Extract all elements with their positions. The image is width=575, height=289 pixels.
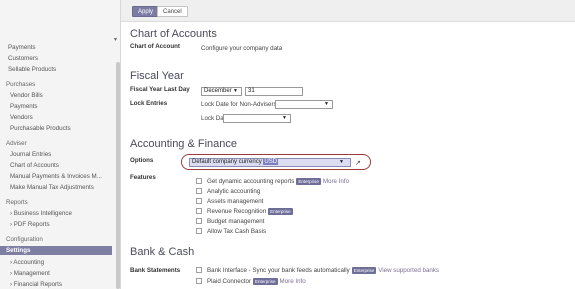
bank-option-text: Bank Interface - Sync your bank feeds au… <box>207 267 350 275</box>
bank-option-checkbox[interactable] <box>196 267 202 273</box>
fiscal-day-input[interactable]: 31 <box>245 87 303 96</box>
feature-checkbox[interactable] <box>196 198 202 204</box>
chevron-down-icon: ▼ <box>282 115 287 121</box>
chevron-down-icon: ▼ <box>324 101 329 107</box>
feature-budget-management: Budget management <box>207 218 265 225</box>
fiscal-month-value: December <box>204 88 232 94</box>
sidebar-item-payments-purchases[interactable]: Payments <box>10 103 38 110</box>
feature-analytic-accounting: Analytic accounting <box>207 188 261 195</box>
feature-revenue-recognition: Revenue Recognition Enterprise <box>207 208 295 215</box>
feature-checkbox[interactable] <box>196 228 202 234</box>
apply-button[interactable]: Apply <box>132 6 160 17</box>
chart-of-account-value[interactable]: Configure your company data <box>201 45 282 52</box>
sidebar-group-purchases: Purchases <box>6 81 36 88</box>
feature-tax-cash-basis: Allow Tax Cash Basis <box>207 228 267 235</box>
bank-option-text: Plaid Connector <box>207 278 252 286</box>
section-title-fiscal-year: Fiscal Year <box>130 70 184 82</box>
more-info-link[interactable]: More Info <box>323 178 349 185</box>
sidebar-group-adviser: Adviser <box>6 140 27 147</box>
feature-checkbox[interactable] <box>196 188 202 194</box>
chart-of-account-label: Chart of Account <box>130 43 180 50</box>
default-currency-select[interactable]: Default company currency USD ▼ <box>189 158 351 167</box>
options-label: Options <box>130 157 154 164</box>
plaid-connector-option: Plaid Connector Enterprise More Info <box>207 278 306 285</box>
fiscal-year-last-day-label: Fiscal Year Last Day <box>130 86 190 93</box>
sidebar: ▾ Payments Customers Sellable Products P… <box>0 0 121 289</box>
feature-text: Revenue Recognition <box>207 208 267 216</box>
sidebar-item-management[interactable]: › Management <box>10 270 50 277</box>
sidebar-item-business-intelligence[interactable]: › Business Intelligence <box>10 210 72 217</box>
sidebar-item-journal-entries[interactable]: Journal Entries <box>10 151 51 158</box>
features-label: Features <box>130 174 156 181</box>
chevron-down-icon: ▼ <box>339 159 344 165</box>
section-title-accounting-finance: Accounting & Finance <box>130 138 238 150</box>
sidebar-item-sellable-products[interactable]: Sellable Products <box>8 66 56 73</box>
sidebar-item-customers[interactable]: Customers <box>8 55 38 62</box>
action-bar: Apply Cancel <box>121 0 575 22</box>
enterprise-badge: Enterprise <box>253 278 278 285</box>
enterprise-badge: Enterprise <box>296 178 321 185</box>
more-info-link[interactable]: More Info <box>280 278 306 285</box>
sidebar-scroll-up-icon[interactable]: ▾ <box>114 36 117 43</box>
enterprise-badge: Enterprise <box>268 208 293 215</box>
lock-entries-label: Lock Entries <box>130 100 168 107</box>
bank-interface-option: Bank Interface - Sync your bank feeds au… <box>207 267 439 274</box>
sidebar-scrollbar[interactable] <box>116 62 120 289</box>
feature-checkbox[interactable] <box>196 208 202 214</box>
feature-text: Get dynamic accounting reports <box>207 178 295 186</box>
sidebar-item-manual-payments[interactable]: Manual Payments & Invoices M... <box>10 173 102 180</box>
sidebar-item-payments[interactable]: Payments <box>8 44 36 51</box>
sidebar-item-financial-reports[interactable]: › Financial Reports <box>10 281 62 288</box>
chevron-down-icon: ▼ <box>233 88 238 94</box>
fiscal-day-value: 31 <box>248 88 255 94</box>
currency-highlight-ring: Default company currency USD ▼ ↗ <box>181 154 371 170</box>
cancel-button[interactable]: Cancel <box>157 6 188 17</box>
feature-checkbox[interactable] <box>196 218 202 224</box>
settings-main: Apply Cancel Chart of Accounts Chart of … <box>121 0 575 289</box>
sidebar-group-reports: Reports <box>6 199 28 206</box>
sidebar-item-accounting[interactable]: › Accounting <box>10 259 44 266</box>
enterprise-badge: Enterprise <box>351 267 377 274</box>
lock-non-advisers-select[interactable]: ▼ <box>275 100 333 109</box>
sidebar-group-configuration: Configuration <box>6 236 43 243</box>
section-title-bank-cash: Bank & Cash <box>130 246 195 258</box>
sidebar-item-manual-tax[interactable]: Make Manual Tax Adjustments <box>10 184 94 191</box>
fiscal-month-select[interactable]: December ▼ <box>201 87 242 96</box>
feature-dynamic-reports: Get dynamic accounting reports Enterprise… <box>207 178 349 185</box>
sidebar-item-chart-of-accounts[interactable]: Chart of Accounts <box>10 162 59 169</box>
section-title-chart-of-accounts: Chart of Accounts <box>130 28 217 40</box>
feature-checkbox[interactable] <box>196 178 202 184</box>
currency-prefix: Default company currency <box>192 159 262 165</box>
lock-date-select[interactable]: ▼ <box>223 114 291 123</box>
sidebar-item-pdf-reports[interactable]: › PDF Reports <box>10 221 50 228</box>
lock-non-advisers-label: Lock Date for Non-Advisers <box>201 101 277 108</box>
sidebar-item-vendor-bills[interactable]: Vendor Bills <box>10 92 43 99</box>
bank-option-checkbox[interactable] <box>196 278 202 284</box>
sidebar-item-purchasable-products[interactable]: Purchasable Products <box>10 125 71 132</box>
bank-statements-label: Bank Statements <box>130 267 181 274</box>
view-supported-banks-link[interactable]: View supported banks <box>378 267 439 274</box>
currency-value: USD <box>263 159 279 165</box>
sidebar-item-vendors[interactable]: Vendors <box>10 114 33 121</box>
sidebar-item-settings[interactable]: Settings <box>0 246 112 255</box>
external-link-icon[interactable]: ↗ <box>355 159 361 167</box>
feature-assets-management: Assets management <box>207 198 264 205</box>
